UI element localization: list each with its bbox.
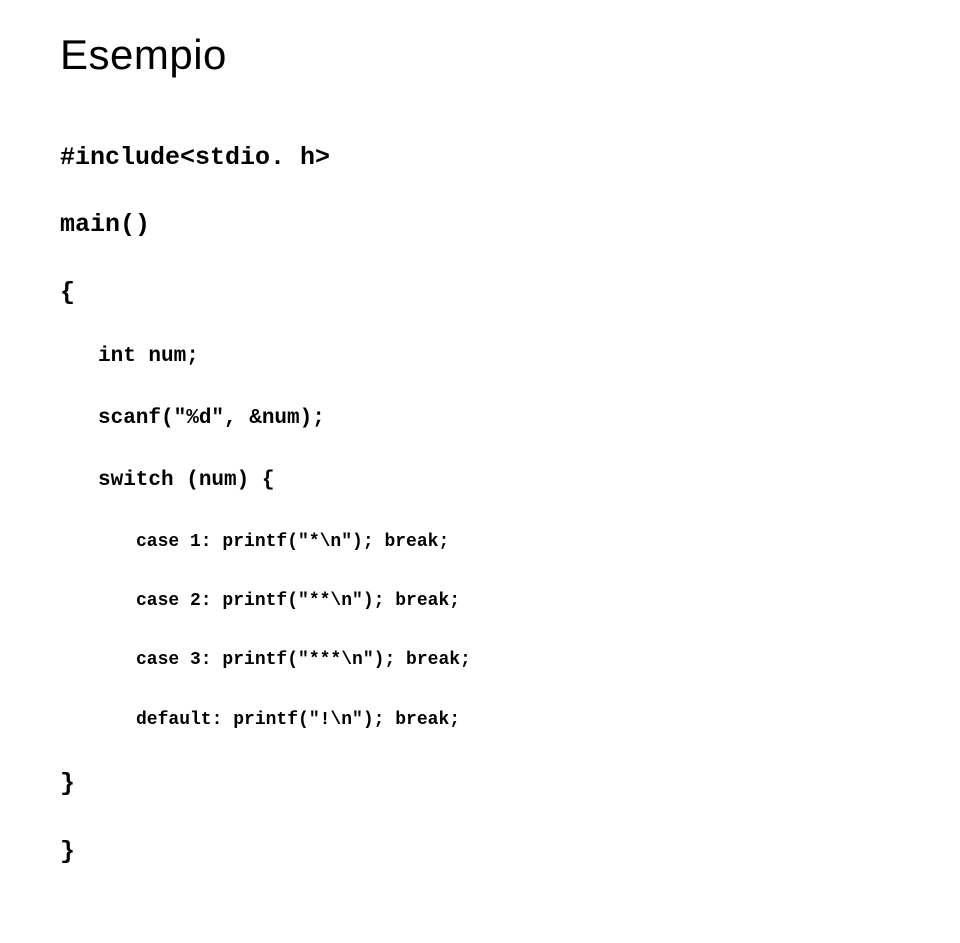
code-line: case 2: printf("**\n"); break;	[136, 590, 900, 613]
code-line: case 3: printf("***\n"); break;	[136, 649, 900, 672]
slide: Esempio #include<stdio. h> main() { int …	[0, 0, 960, 943]
slide-title: Esempio	[60, 32, 900, 78]
code-block: #include<stdio. h> main() { int num; sca…	[60, 106, 900, 903]
code-line: default: printf("!\n"); break;	[136, 709, 900, 732]
code-line: }	[60, 768, 900, 799]
code-line: main()	[60, 209, 900, 240]
code-line: switch (num) {	[98, 468, 900, 494]
code-line: #include<stdio. h>	[60, 142, 900, 173]
code-line: case 1: printf("*\n"); break;	[136, 531, 900, 554]
code-line: {	[60, 277, 900, 308]
code-line: int num;	[98, 344, 900, 370]
code-line: }	[60, 836, 900, 867]
code-line: scanf("%d", &num);	[98, 406, 900, 432]
